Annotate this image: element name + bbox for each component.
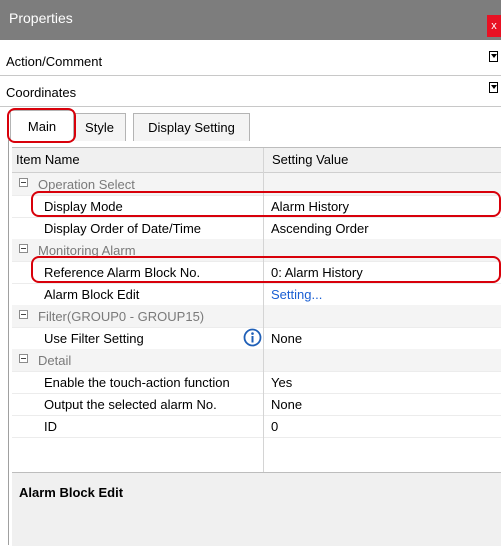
prop-name: Alarm Block Edit: [44, 287, 140, 302]
window-titlebar: Properties x: [0, 0, 501, 40]
prop-row-enable-touch-action[interactable]: Enable the touch-action function Yes: [12, 371, 501, 394]
prop-value[interactable]: Ascending Order: [271, 221, 369, 236]
prop-name: Enable the touch-action function: [44, 375, 230, 390]
display-mode-highlight: [31, 191, 501, 217]
collapse-icon[interactable]: [19, 178, 28, 187]
section-coordinates[interactable]: Coordinates: [0, 78, 501, 107]
col-setting-value: Setting Value: [272, 152, 349, 167]
prop-row-id[interactable]: ID 0: [12, 415, 501, 438]
section-action-comment[interactable]: Action/Comment: [0, 47, 501, 76]
chevron-down-icon[interactable]: [489, 82, 498, 93]
prop-name: Display Order of Date/Time: [44, 221, 202, 236]
prop-name: Output the selected alarm No.: [44, 397, 217, 412]
panel-border: [8, 140, 9, 545]
collapse-icon[interactable]: [19, 310, 28, 319]
tab-style[interactable]: Style: [73, 113, 126, 141]
category-detail[interactable]: Detail: [12, 349, 501, 372]
category-filter[interactable]: Filter(GROUP0 - GROUP15): [12, 305, 501, 328]
prop-row-alarm-block-edit[interactable]: Alarm Block Edit Setting...: [12, 283, 501, 306]
prop-value[interactable]: None: [271, 397, 302, 412]
prop-name: Use Filter Setting: [44, 331, 144, 346]
close-button[interactable]: x: [487, 15, 501, 37]
tab-main-highlight: [7, 108, 76, 143]
prop-row-output-selected-alarm[interactable]: Output the selected alarm No. None: [12, 393, 501, 416]
tab-display-setting[interactable]: Display Setting: [133, 113, 250, 141]
chevron-down-icon[interactable]: [489, 51, 498, 62]
category-label: Operation Select: [38, 177, 135, 192]
collapse-icon[interactable]: [19, 244, 28, 253]
prop-value[interactable]: 0: [271, 419, 278, 434]
setting-link[interactable]: Setting...: [271, 287, 322, 302]
category-label: Filter(GROUP0 - GROUP15): [38, 309, 205, 324]
grid-header: Item Name Setting Value: [12, 148, 501, 173]
prop-row-use-filter-setting[interactable]: Use Filter Setting None: [12, 327, 501, 350]
reference-alarm-highlight: [31, 256, 501, 283]
category-label: Detail: [38, 353, 72, 368]
info-icon[interactable]: [243, 328, 262, 347]
collapse-icon[interactable]: [19, 354, 28, 363]
section-action-comment-label: Action/Comment: [6, 54, 103, 69]
col-item-name: Item Name: [16, 152, 80, 167]
prop-value[interactable]: None: [271, 331, 302, 346]
window-title: Properties: [9, 10, 73, 26]
description-panel: Alarm Block Edit: [12, 472, 501, 546]
description-title: Alarm Block Edit: [19, 485, 124, 500]
prop-name: ID: [44, 419, 57, 434]
section-coordinates-label: Coordinates: [6, 85, 77, 100]
prop-row-display-order[interactable]: Display Order of Date/Time Ascending Ord…: [12, 217, 501, 240]
prop-value[interactable]: Yes: [271, 375, 292, 390]
